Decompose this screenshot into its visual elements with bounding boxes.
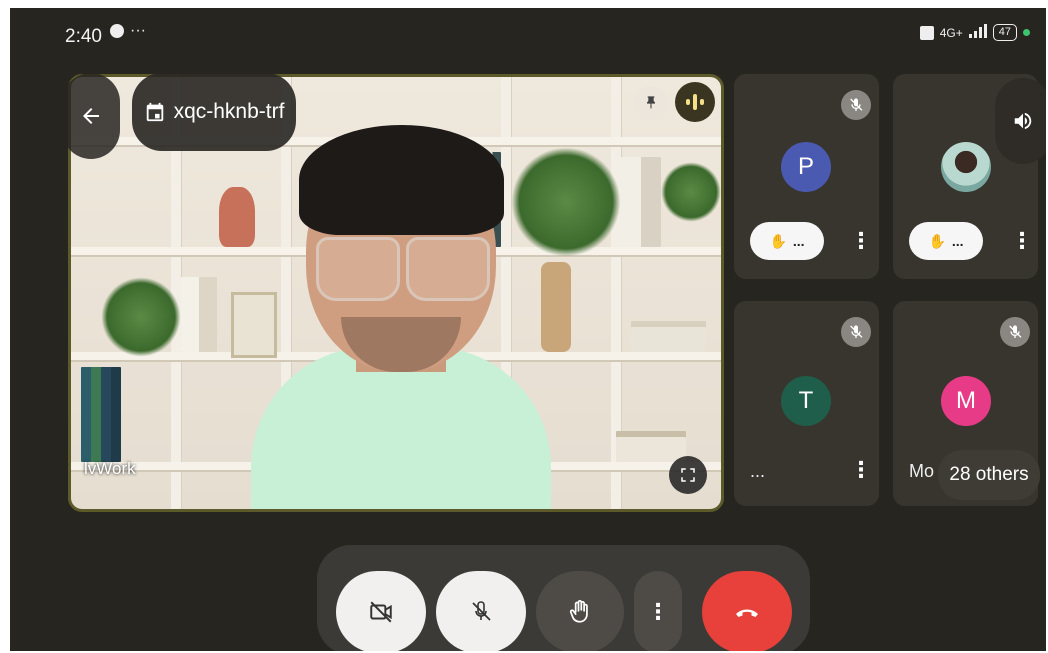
status-time: 2:40 (65, 26, 102, 47)
avatar: T (781, 376, 831, 426)
signal-icon (968, 24, 987, 41)
raise-hand-icon: ✋ (769, 232, 787, 249)
volume-icon (1014, 112, 1032, 130)
glasses-lens (406, 237, 490, 301)
fullscreen-button[interactable] (669, 456, 707, 494)
more-vert-icon[interactable]: ⋮ (1011, 230, 1033, 252)
mic-off-icon (1000, 317, 1030, 347)
pin-button[interactable] (634, 86, 668, 120)
mic-off-icon (841, 317, 871, 347)
calendar-icon (146, 102, 163, 122)
raise-hand-icon (569, 600, 588, 623)
volte-icon (919, 25, 934, 40)
avatar: M (941, 376, 991, 426)
call-end-icon (736, 609, 758, 617)
more-vert-icon: ⋮ (647, 599, 669, 624)
plant (661, 162, 721, 222)
raised-hand-pill[interactable]: ✋ ... (909, 222, 983, 260)
mic-toggle-button[interactable] (436, 571, 526, 651)
meeting-code: xqc-hknb-trf (173, 100, 285, 123)
battery-icon: 47 (992, 24, 1017, 41)
end-call-button[interactable] (702, 571, 792, 651)
privacy-dot-icon (1023, 29, 1030, 36)
mic-off-icon (841, 90, 871, 120)
speaking-indicator-icon (686, 94, 704, 110)
status-overflow: ··· (130, 22, 146, 39)
raised-hand-pill[interactable]: ✋ ... (750, 222, 824, 260)
hair (299, 125, 504, 235)
raised-hand-label: ... (792, 233, 805, 249)
participant-name: lvWork (84, 459, 136, 478)
fullscreen-icon (681, 468, 695, 482)
raised-hand-label: ... (951, 233, 964, 249)
pin-icon (647, 96, 655, 109)
participant-name: Mo (909, 461, 935, 481)
more-vert-icon[interactable]: ⋮ (850, 230, 872, 252)
back-button[interactable] (62, 73, 120, 159)
status-right: 4G+ 47 (919, 24, 1030, 41)
lock-icon (110, 24, 124, 38)
status-icons-left: ··· (110, 22, 146, 40)
participant-tile[interactable]: P ✋ ... ⋮ (734, 74, 879, 279)
network-label: 4G+ (939, 25, 963, 40)
participant-name: ... (750, 461, 766, 481)
plant (101, 277, 181, 357)
books (631, 327, 706, 352)
raise-hand-icon: ✋ (928, 232, 946, 249)
books (621, 157, 661, 247)
more-options-button[interactable]: ⋮ (634, 571, 682, 651)
more-vert-icon[interactable]: ⋮ (850, 459, 872, 481)
camera-off-icon (370, 601, 392, 623)
avatar (941, 142, 991, 192)
speaker-button[interactable] (995, 78, 1046, 164)
mic-off-icon (472, 601, 491, 621)
meeting-code-chip[interactable]: xqc-hknb-trf (132, 73, 296, 151)
participant-video (221, 97, 581, 509)
back-arrow-icon (83, 108, 99, 124)
participant-tile[interactable]: T ... ⋮ (734, 301, 879, 506)
others-button[interactable]: 28 others (938, 450, 1040, 500)
speaking-indicator (675, 82, 715, 122)
books (81, 367, 121, 462)
avatar: P (781, 142, 831, 192)
meet-screen: 2:40 ··· 4G+ 47 xqc-hknb-trf lvWork P ✋ … (10, 8, 1046, 651)
raise-hand-button[interactable] (536, 571, 624, 651)
books (181, 277, 217, 352)
camera-toggle-button[interactable] (336, 571, 426, 651)
glasses-lens (316, 237, 400, 301)
books (616, 437, 686, 462)
